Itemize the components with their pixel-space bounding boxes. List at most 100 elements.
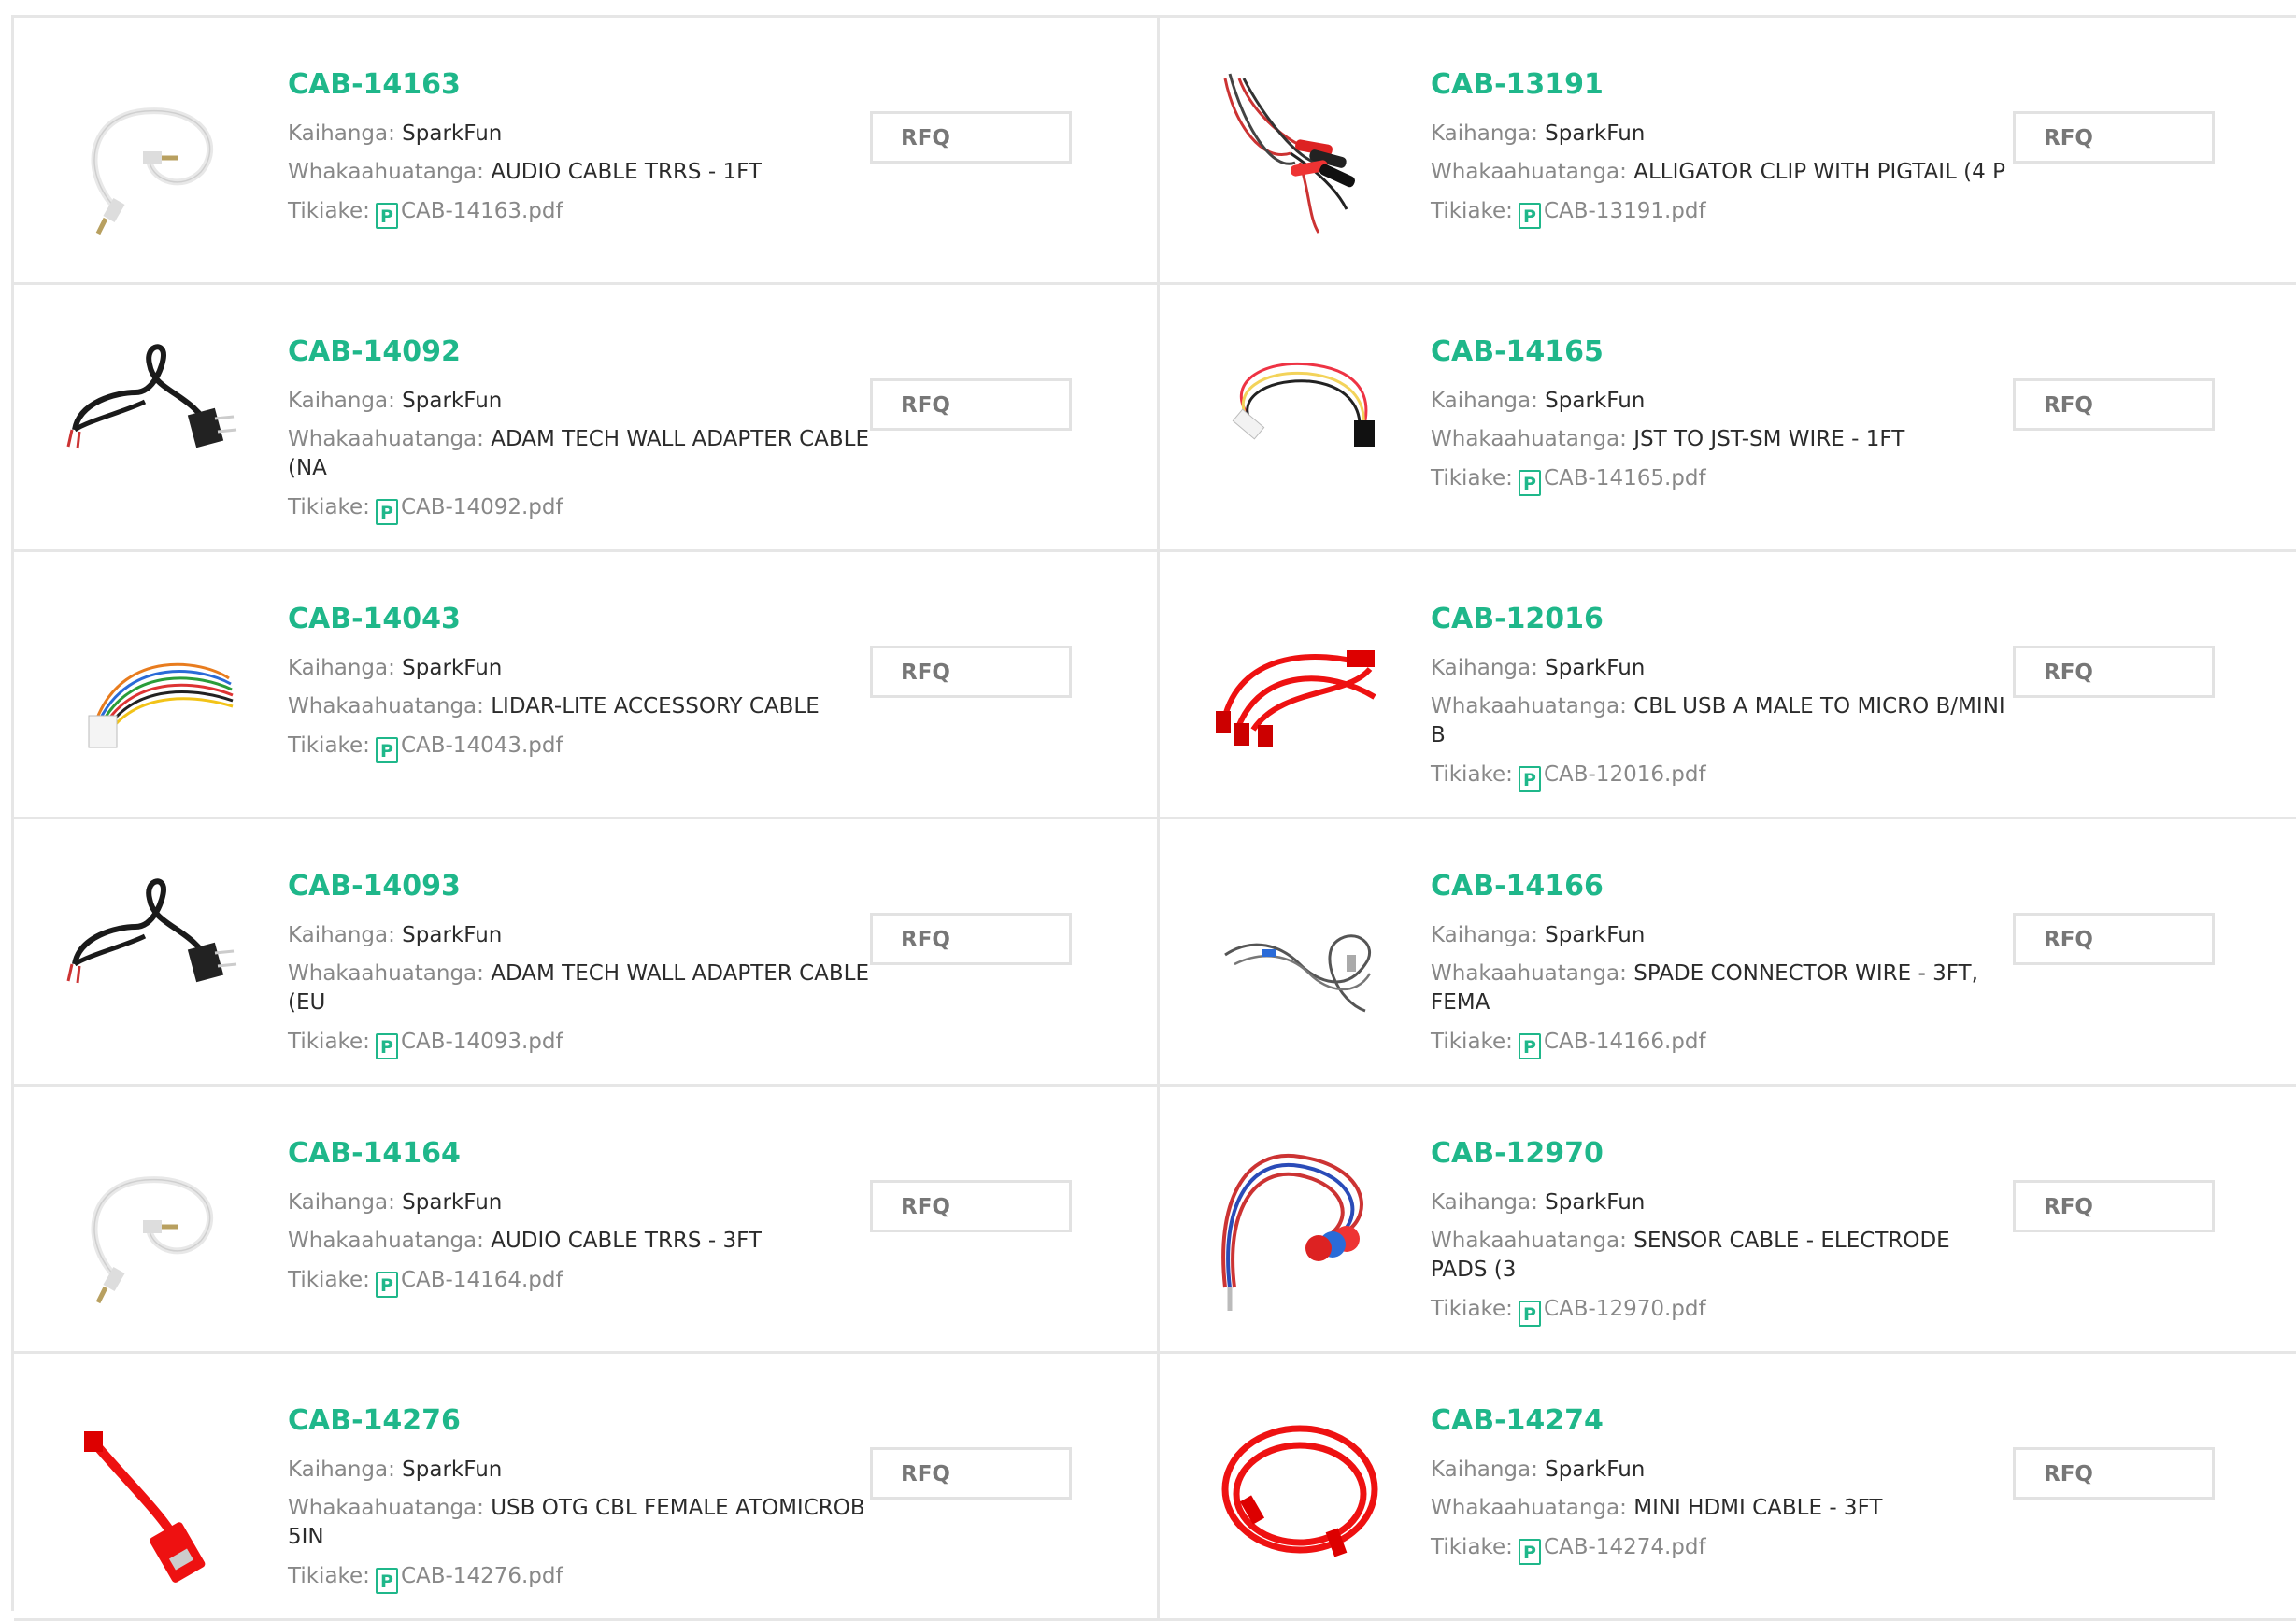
- manufacturer-row: Kaihanga: SparkFun: [1431, 1456, 2010, 1485]
- product-image[interactable]: [61, 60, 248, 247]
- datasheet-link[interactable]: CAB-14163.pdf: [401, 199, 563, 223]
- part-number-link[interactable]: CAB-13191: [1431, 66, 1604, 104]
- rfq-button[interactable]: RFQ: [870, 913, 1072, 965]
- datasheet-label: Tikiake:: [288, 1030, 370, 1054]
- wall-adapter-cable-icon: [66, 344, 237, 449]
- manufacturer-row: Kaihanga: SparkFun: [288, 120, 886, 149]
- product-image[interactable]: [61, 327, 248, 514]
- part-number-link[interactable]: CAB-14166: [1431, 868, 1604, 905]
- datasheet-link[interactable]: CAB-12016.pdf: [1544, 762, 1706, 787]
- datasheet-link[interactable]: CAB-14276.pdf: [401, 1564, 563, 1588]
- product-image[interactable]: [1206, 60, 1393, 247]
- pdf-icon[interactable]: P: [375, 1568, 398, 1594]
- rfq-button[interactable]: RFQ: [2013, 646, 2215, 698]
- product-image[interactable]: [61, 1129, 248, 1315]
- part-number-link[interactable]: CAB-14165: [1431, 334, 1604, 371]
- datasheet-label: Tikiake:: [1431, 199, 1513, 223]
- datasheet-link[interactable]: CAB-14093.pdf: [401, 1030, 563, 1054]
- manufacturer-value: SparkFun: [402, 656, 503, 680]
- product-card: CAB-14165 Kaihanga: SparkFun Whakaahuata…: [1160, 285, 2296, 552]
- datasheet-link[interactable]: CAB-14092.pdf: [401, 495, 563, 519]
- description-label: Whakaahuatanga:: [1431, 961, 1627, 986]
- description-value: AUDIO CABLE TRRS - 3FT: [491, 1229, 762, 1253]
- pdf-icon[interactable]: P: [1518, 766, 1541, 792]
- pdf-icon[interactable]: P: [1518, 1033, 1541, 1059]
- rfq-button[interactable]: RFQ: [2013, 1447, 2215, 1500]
- description-value: JST TO JST-SM WIRE - 1FT: [1633, 427, 1905, 451]
- description-row: Whakaahuatanga: LIDAR-LITE ACCESSORY CAB…: [288, 692, 886, 721]
- mini-hdmi-cable-icon: [1221, 1425, 1378, 1557]
- rfq-button[interactable]: RFQ: [2013, 111, 2215, 164]
- jst-wire-icon: [1232, 362, 1375, 447]
- pdf-icon[interactable]: P: [375, 499, 398, 525]
- part-number-link[interactable]: CAB-14043: [288, 601, 461, 638]
- rfq-button[interactable]: RFQ: [2013, 1180, 2215, 1232]
- manufacturer-row: Kaihanga: SparkFun: [1431, 120, 2010, 149]
- part-number-link[interactable]: CAB-12970: [1431, 1135, 1604, 1173]
- datasheet-link[interactable]: CAB-14043.pdf: [401, 733, 563, 758]
- description-label: Whakaahuatanga:: [288, 961, 484, 986]
- product-info: CAB-14276 Kaihanga: SparkFun Whakaahuata…: [288, 1402, 886, 1594]
- rfq-button[interactable]: RFQ: [870, 1180, 1072, 1232]
- datasheet-link[interactable]: CAB-14164.pdf: [401, 1268, 563, 1292]
- manufacturer-label: Kaihanga:: [288, 656, 395, 680]
- manufacturer-value: SparkFun: [1545, 121, 1646, 146]
- product-card: CAB-13191 Kaihanga: SparkFun Whakaahuata…: [1160, 18, 2296, 285]
- datasheet-label: Tikiake:: [1431, 1030, 1513, 1054]
- product-image[interactable]: [61, 1396, 248, 1583]
- rfq-button[interactable]: RFQ: [2013, 378, 2215, 431]
- rfq-button[interactable]: RFQ: [870, 646, 1072, 698]
- datasheet-row: Tikiake: P CAB-14043.pdf: [288, 732, 886, 763]
- product-info: CAB-12970 Kaihanga: SparkFun Whakaahuata…: [1431, 1135, 2010, 1327]
- product-image[interactable]: [1206, 327, 1393, 514]
- product-image[interactable]: [1206, 1396, 1393, 1583]
- part-number-link[interactable]: CAB-14092: [288, 334, 461, 371]
- part-number-link[interactable]: CAB-14164: [288, 1135, 461, 1173]
- rfq-button[interactable]: RFQ: [870, 1447, 1072, 1500]
- datasheet-row: Tikiake: P CAB-14165.pdf: [1431, 464, 2010, 496]
- datasheet-link[interactable]: CAB-14165.pdf: [1544, 466, 1706, 491]
- rfq-button[interactable]: RFQ: [870, 111, 1072, 164]
- datasheet-link[interactable]: CAB-12970.pdf: [1544, 1297, 1706, 1321]
- pdf-icon[interactable]: P: [375, 203, 398, 229]
- product-info: CAB-14092 Kaihanga: SparkFun Whakaahuata…: [288, 334, 886, 525]
- pdf-icon[interactable]: P: [375, 1272, 398, 1298]
- product-image[interactable]: [61, 861, 248, 1048]
- datasheet-label: Tikiake:: [1431, 762, 1513, 787]
- manufacturer-value: SparkFun: [402, 389, 503, 413]
- datasheet-link[interactable]: CAB-14274.pdf: [1544, 1535, 1706, 1559]
- product-card: CAB-14166 Kaihanga: SparkFun Whakaahuata…: [1160, 819, 2296, 1087]
- datasheet-link[interactable]: CAB-14166.pdf: [1544, 1030, 1706, 1054]
- product-image[interactable]: [1206, 861, 1393, 1048]
- datasheet-label: Tikiake:: [1431, 466, 1513, 491]
- pdf-icon[interactable]: P: [1518, 1539, 1541, 1565]
- datasheet-link[interactable]: CAB-13191.pdf: [1544, 199, 1706, 223]
- rfq-button[interactable]: RFQ: [870, 378, 1072, 431]
- manufacturer-value: SparkFun: [402, 1457, 503, 1482]
- rfq-button[interactable]: RFQ: [2013, 913, 2215, 965]
- pdf-icon[interactable]: P: [1518, 203, 1541, 229]
- pdf-icon[interactable]: P: [1518, 1301, 1541, 1327]
- manufacturer-value: SparkFun: [1545, 656, 1646, 680]
- manufacturer-value: SparkFun: [1545, 1190, 1646, 1215]
- product-image[interactable]: [1206, 1129, 1393, 1315]
- pdf-icon[interactable]: P: [375, 737, 398, 763]
- pdf-icon[interactable]: P: [1518, 470, 1541, 496]
- pdf-icon[interactable]: P: [375, 1033, 398, 1059]
- part-number-link[interactable]: CAB-14274: [1431, 1402, 1604, 1440]
- datasheet-row: Tikiake: P CAB-14276.pdf: [288, 1562, 886, 1594]
- product-info: CAB-12016 Kaihanga: SparkFun Whakaahuata…: [1431, 601, 2010, 792]
- manufacturer-value: SparkFun: [402, 1190, 503, 1215]
- product-image[interactable]: [1206, 594, 1393, 781]
- part-number-link[interactable]: CAB-14093: [288, 868, 461, 905]
- manufacturer-label: Kaihanga:: [288, 1190, 395, 1215]
- part-number-link[interactable]: CAB-14276: [288, 1402, 461, 1440]
- product-image[interactable]: [61, 594, 248, 781]
- description-row: Whakaahuatanga: USB OTG CBL FEMALE ATOMI…: [288, 1494, 886, 1552]
- part-number-link[interactable]: CAB-14163: [288, 66, 461, 104]
- part-number-link[interactable]: CAB-12016: [1431, 601, 1604, 638]
- white-audio-cable-icon: [91, 107, 214, 235]
- datasheet-row: Tikiake: P CAB-14163.pdf: [288, 197, 886, 229]
- product-grid: CAB-14163 Kaihanga: SparkFun Whakaahuata…: [11, 15, 2296, 1621]
- manufacturer-row: Kaihanga: SparkFun: [1431, 387, 2010, 416]
